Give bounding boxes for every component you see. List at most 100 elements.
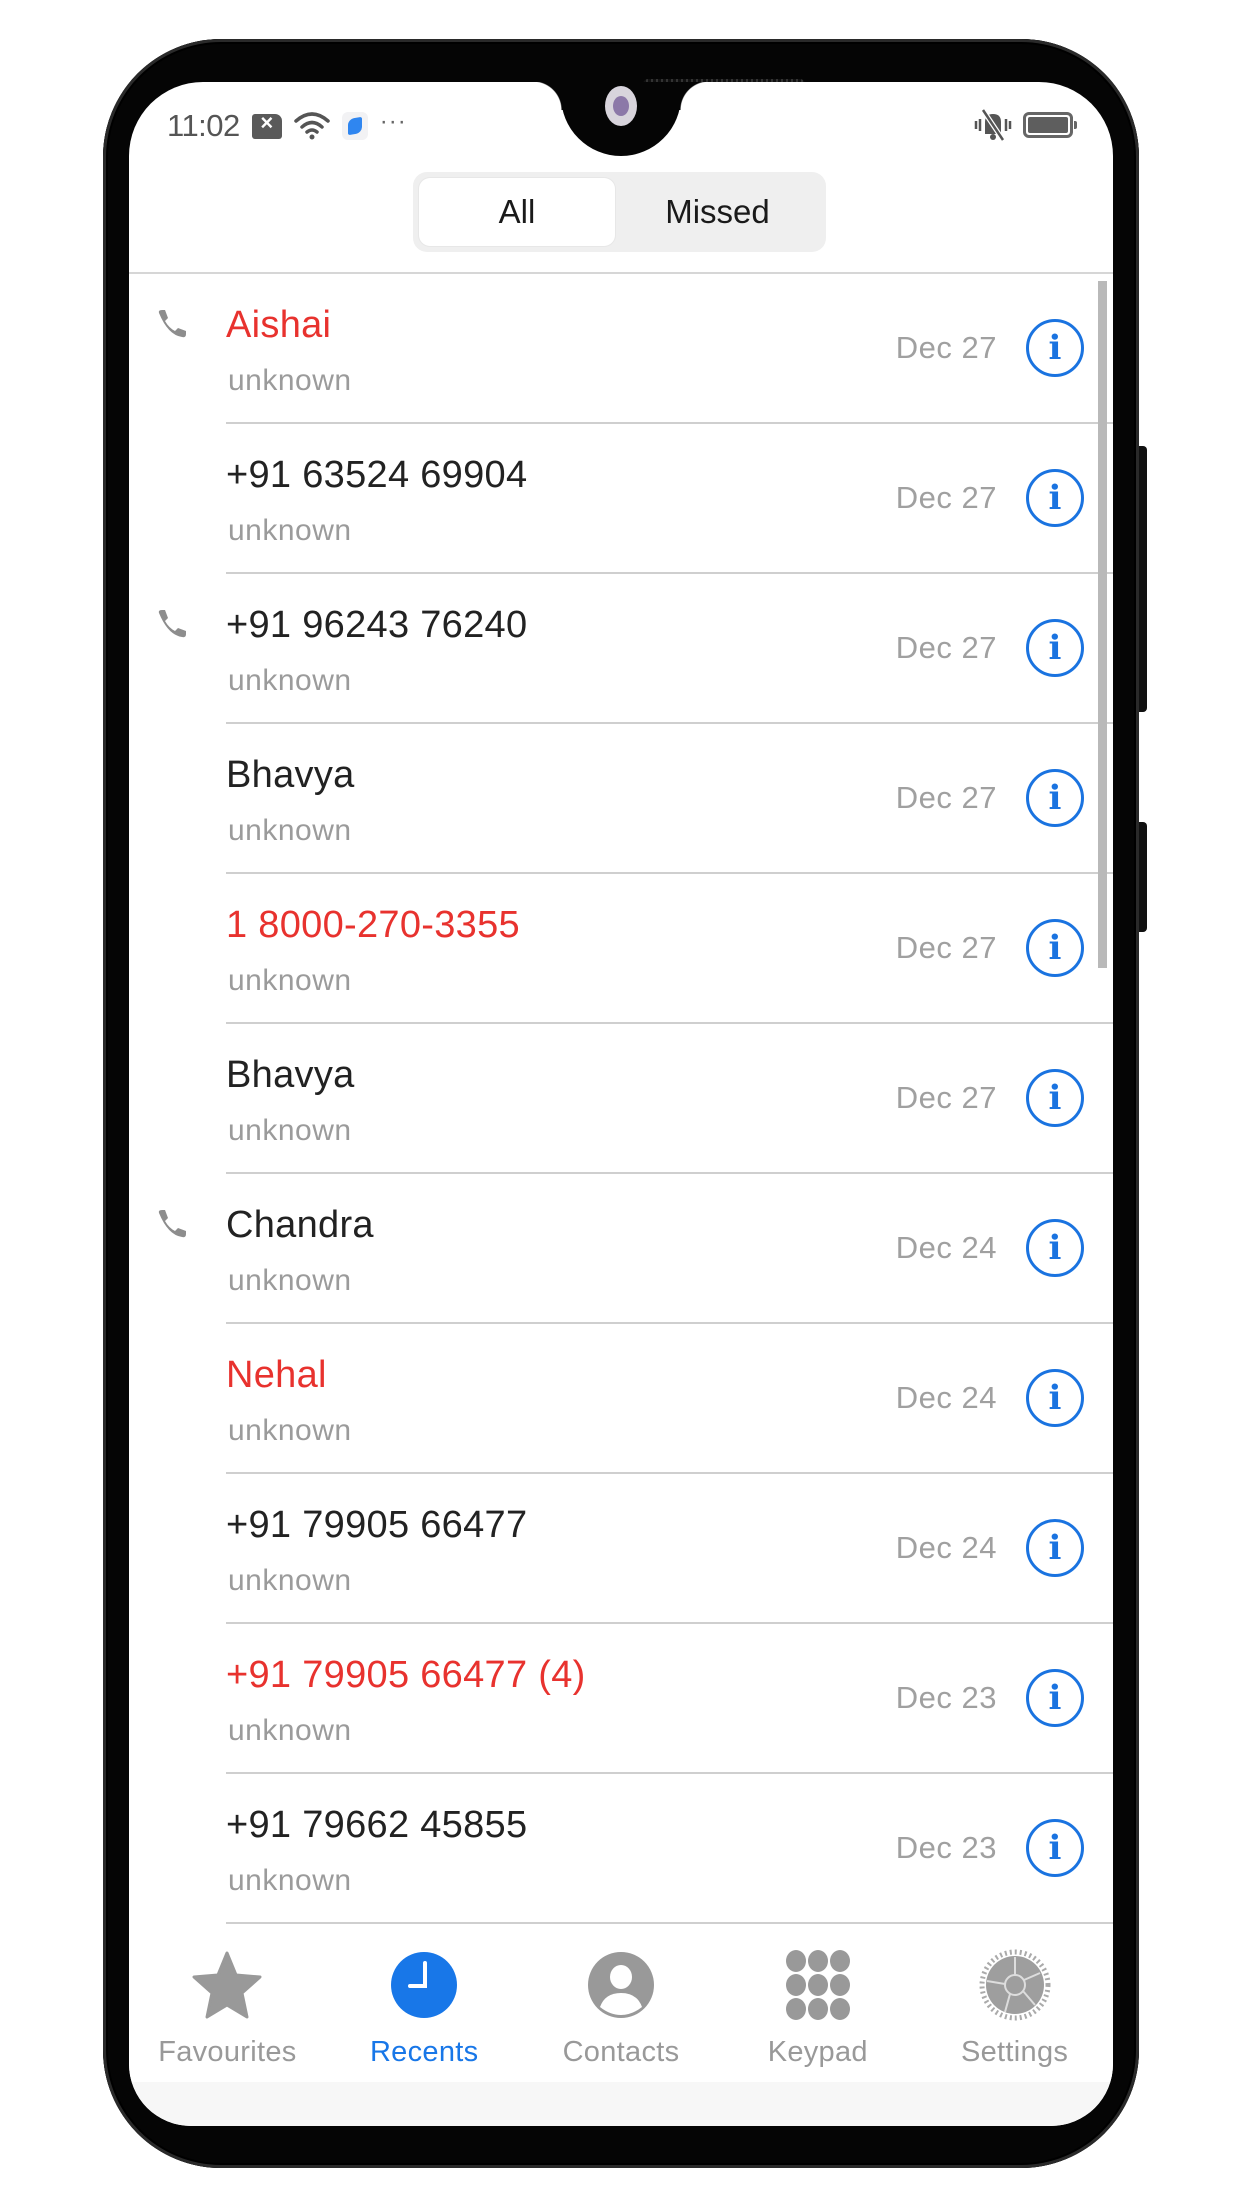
call-list-item[interactable]: +91 79905 66477 unknown Dec 24 i bbox=[129, 1474, 1113, 1624]
status-bar-left: 11:02 ··· bbox=[167, 106, 407, 146]
clock-icon bbox=[391, 1952, 458, 2018]
call-date: Dec 27 bbox=[895, 930, 997, 965]
call-list-item[interactable]: +91 79662 45855 unknown Dec 23 i bbox=[129, 1774, 1113, 1924]
info-button[interactable]: i bbox=[1026, 1069, 1084, 1127]
tab-label: Contacts bbox=[562, 2036, 680, 2068]
info-icon: i bbox=[1048, 328, 1062, 368]
segment-tab-missed[interactable]: Missed bbox=[615, 178, 820, 246]
more-dots-icon: ··· bbox=[379, 108, 407, 135]
tab-favourites[interactable]: Favourites bbox=[129, 1925, 326, 2082]
status-bar-right bbox=[973, 108, 1077, 142]
sim-error-icon bbox=[251, 110, 282, 139]
caller-name: Nehal bbox=[226, 1354, 327, 1396]
number-label: unknown bbox=[228, 514, 352, 547]
info-icon: i bbox=[1048, 628, 1062, 668]
tab-keypad[interactable]: Keypad bbox=[719, 1925, 916, 2082]
info-button[interactable]: i bbox=[1026, 1519, 1084, 1577]
number-label: unknown bbox=[228, 1564, 352, 1597]
wifi-icon bbox=[294, 112, 330, 140]
info-button[interactable]: i bbox=[1026, 769, 1084, 827]
caller-name: +91 79662 45855 bbox=[226, 1804, 528, 1846]
number-label: unknown bbox=[228, 1864, 352, 1897]
call-date: Dec 23 bbox=[895, 1680, 997, 1715]
call-list-item[interactable]: 1 8000-270-3355 unknown Dec 27 i bbox=[129, 874, 1113, 1024]
info-button[interactable]: i bbox=[1026, 319, 1084, 377]
tab-recents[interactable]: Recents bbox=[326, 1925, 523, 2082]
person-circle-icon bbox=[587, 1952, 654, 2018]
info-button[interactable]: i bbox=[1026, 1819, 1084, 1877]
info-button[interactable]: i bbox=[1026, 1219, 1084, 1277]
app-notification-icon bbox=[341, 112, 368, 140]
info-button[interactable]: i bbox=[1026, 469, 1084, 527]
front-camera bbox=[605, 86, 637, 126]
call-list-item[interactable]: Aishai unknown Dec 27 i bbox=[129, 274, 1113, 424]
row-divider bbox=[226, 1922, 1113, 1924]
number-label: unknown bbox=[228, 964, 352, 997]
call-date: Dec 24 bbox=[895, 1230, 997, 1265]
call-filter-segment: All Missed bbox=[413, 172, 826, 252]
info-icon: i bbox=[1048, 1828, 1062, 1868]
info-icon: i bbox=[1048, 1078, 1062, 1118]
caller-name: +91 63524 69904 bbox=[226, 454, 528, 496]
call-date: Dec 27 bbox=[895, 330, 997, 365]
call-date: Dec 24 bbox=[895, 1530, 997, 1565]
info-button[interactable]: i bbox=[1026, 1369, 1084, 1427]
volume-button bbox=[1139, 446, 1147, 712]
caller-name: Aishai bbox=[226, 304, 332, 346]
number-label: unknown bbox=[228, 364, 352, 397]
call-list-item[interactable]: Chandra unknown Dec 24 i bbox=[129, 1174, 1113, 1324]
number-label: unknown bbox=[228, 1714, 352, 1747]
caller-name: Bhavya bbox=[226, 1054, 355, 1096]
recent-calls-list: Aishai unknown Dec 27 i +91 63524 69904 unkno… bbox=[129, 274, 1113, 1924]
number-label: unknown bbox=[228, 664, 352, 697]
number-label: unknown bbox=[228, 1114, 352, 1147]
scrollbar[interactable] bbox=[1098, 281, 1107, 968]
call-list-item[interactable]: +91 96243 76240 unknown Dec 27 i bbox=[129, 574, 1113, 724]
screen: 11:02 ··· All Missed Aishaiu bbox=[129, 82, 1113, 2126]
battery-icon bbox=[1023, 112, 1077, 138]
info-button[interactable]: i bbox=[1026, 919, 1084, 977]
segment-tab-all[interactable]: All bbox=[419, 178, 615, 246]
phone-icon bbox=[156, 609, 188, 639]
info-icon: i bbox=[1048, 1228, 1062, 1268]
info-icon: i bbox=[1048, 928, 1062, 968]
caller-name: Bhavya bbox=[226, 754, 355, 796]
bottom-tab-bar: Favourites Recents Contacts Keypad Setti… bbox=[129, 1925, 1113, 2082]
tab-label: Keypad bbox=[767, 2036, 868, 2068]
call-list-item[interactable]: +91 63524 69904 unknown Dec 27 i bbox=[129, 424, 1113, 574]
tab-settings[interactable]: Settings bbox=[916, 1925, 1113, 2082]
star-icon bbox=[192, 1951, 262, 2019]
phone-icon bbox=[156, 1209, 188, 1239]
call-date: Dec 27 bbox=[895, 630, 997, 665]
power-button bbox=[1139, 822, 1147, 932]
call-list-item[interactable]: Bhavya unknown Dec 27 i bbox=[129, 1024, 1113, 1174]
info-icon: i bbox=[1048, 478, 1062, 518]
caller-name: Chandra bbox=[226, 1204, 374, 1246]
info-button[interactable]: i bbox=[1026, 1669, 1084, 1727]
caller-name: +91 79905 66477 bbox=[226, 1504, 528, 1546]
info-button[interactable]: i bbox=[1026, 619, 1084, 677]
call-list-item[interactable]: Nehal unknown Dec 24 i bbox=[129, 1324, 1113, 1474]
call-list-item[interactable]: Bhavya unknown Dec 27 i bbox=[129, 724, 1113, 874]
info-icon: i bbox=[1048, 778, 1062, 818]
gear-icon bbox=[979, 1949, 1051, 2021]
number-label: unknown bbox=[228, 1414, 352, 1447]
call-date: Dec 27 bbox=[895, 1080, 997, 1115]
tab-label: Settings bbox=[960, 2036, 1069, 2068]
number-label: unknown bbox=[228, 814, 352, 847]
phone-icon bbox=[156, 309, 188, 339]
info-icon: i bbox=[1048, 1678, 1062, 1718]
call-date: Dec 23 bbox=[895, 1830, 997, 1865]
caller-name: +91 79905 66477 (4) bbox=[226, 1654, 586, 1696]
call-date: Dec 27 bbox=[895, 780, 997, 815]
mute-vibrate-icon bbox=[974, 108, 1012, 142]
call-list-item[interactable]: +91 79905 66477 (4) unknown Dec 23 i bbox=[129, 1624, 1113, 1774]
navigation-bar-area bbox=[129, 2082, 1113, 2126]
tab-label: Recents bbox=[369, 2036, 479, 2068]
camera-notch bbox=[533, 82, 709, 156]
info-icon: i bbox=[1048, 1378, 1062, 1418]
caller-name: +91 96243 76240 bbox=[226, 604, 528, 646]
caller-name: 1 8000-270-3355 bbox=[226, 904, 520, 946]
status-time: 11:02 bbox=[167, 108, 240, 143]
tab-contacts[interactable]: Contacts bbox=[523, 1925, 720, 2082]
